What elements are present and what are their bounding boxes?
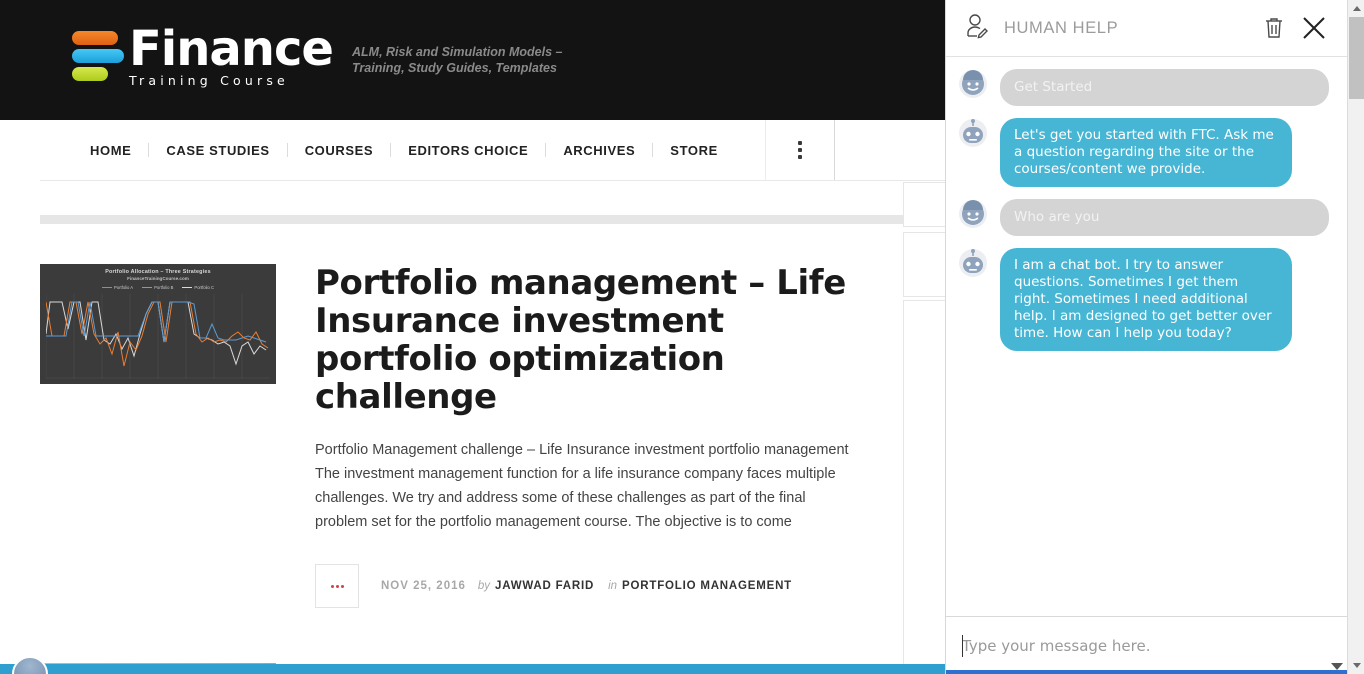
chat-message: Who are you <box>958 199 1329 236</box>
robot-avatar <box>958 248 988 278</box>
horizontal-ellipsis-icon[interactable] <box>315 564 359 608</box>
trash-icon[interactable] <box>1255 12 1293 44</box>
chat-message-list[interactable]: Get Started Let's get you started with F… <box>946 57 1347 616</box>
post-thumbnail-chart[interactable]: Portfolio Allocation – Three Strategies … <box>40 264 276 384</box>
post-author[interactable]: JAWWAD FARID <box>495 580 594 592</box>
user-edit-icon <box>962 11 992 46</box>
nav-item-case-studies[interactable]: CASE STUDIES <box>149 143 286 158</box>
scroll-down-arrow-icon[interactable] <box>1348 657 1364 674</box>
chat-title: HUMAN HELP <box>1004 18 1119 37</box>
scroll-down-arrow-icon[interactable] <box>1331 663 1343 670</box>
thumb-chart-title: Portfolio Allocation – Three Strategies <box>105 269 211 275</box>
chat-header: HUMAN HELP <box>946 0 1347 57</box>
chat-message: Get Started <box>958 69 1329 106</box>
logo-title: Finance <box>129 21 334 77</box>
post-meta: NOV 25, 2016 by JAWWAD FARID in PORTFOLI… <box>315 564 875 608</box>
thumb-chart-plot <box>46 294 270 379</box>
chat-input-area <box>946 616 1348 674</box>
post-date: NOV 25, 2016 <box>381 580 466 592</box>
post-in-label: in <box>608 580 618 592</box>
nav-item-store[interactable]: STORE <box>653 143 735 158</box>
nav-item-courses[interactable]: COURSES <box>288 143 391 158</box>
close-icon[interactable] <box>1293 11 1335 45</box>
post-by-label: by <box>477 580 491 592</box>
text-caret <box>962 635 963 657</box>
chat-input[interactable] <box>962 636 1331 655</box>
user-face-avatar <box>958 199 988 229</box>
nav-item-home[interactable]: HOME <box>73 143 148 158</box>
legend-b: Portfolio B <box>154 285 174 290</box>
chat-bubble-bot: I am a chat bot. I try to answer questio… <box>1000 248 1292 351</box>
chat-panel: HUMAN HELP Get Started Let's get you sta… <box>945 0 1348 674</box>
screen: Finance Training Course ALM, Risk and Si… <box>0 0 1364 674</box>
thumb-chart-subtitle: FinanceTrainingCourse.com <box>127 276 189 281</box>
post-body: Portfolio management – Life Insurance in… <box>315 264 875 608</box>
logo-bars-icon <box>72 31 124 82</box>
nav-item-editors-choice[interactable]: EDITORS CHOICE <box>391 143 545 158</box>
post-category[interactable]: PORTFOLIO MANAGEMENT <box>622 580 792 592</box>
chat-bottom-accent <box>946 670 1348 674</box>
user-face-avatar <box>958 69 988 99</box>
browser-scrollbar[interactable] <box>1347 0 1364 674</box>
robot-avatar <box>958 118 988 148</box>
chat-bubble-user: Get Started <box>1000 69 1329 106</box>
chat-message: Let's get you started with FTC. Ask me a… <box>958 118 1329 187</box>
chat-bubble-bot: Let's get you started with FTC. Ask me a… <box>1000 118 1292 187</box>
post-title[interactable]: Portfolio management – Life Insurance in… <box>315 264 875 416</box>
vertical-ellipsis-icon[interactable] <box>764 120 835 180</box>
scroll-up-arrow-icon[interactable] <box>1348 0 1364 17</box>
legend-c: Portfolio C <box>194 285 214 290</box>
nav-item-archives[interactable]: ARCHIVES <box>546 143 652 158</box>
post-excerpt: Portfolio Management challenge – Life In… <box>315 442 849 530</box>
chat-message: I am a chat bot. I try to answer questio… <box>958 248 1329 351</box>
site-logo[interactable]: Finance Training Course <box>72 21 334 88</box>
nav-items: HOME CASE STUDIES COURSES EDITORS CHOICE… <box>40 120 735 180</box>
thumb-chart-legend: Portfolio A Portfolio B Portfolio C <box>40 285 276 290</box>
chat-bubble-user: Who are you <box>1000 199 1329 236</box>
legend-a: Portfolio A <box>114 285 134 290</box>
site-tagline: ALM, Risk and Simulation Models – Traini… <box>352 45 563 75</box>
scrollbar-thumb[interactable] <box>1349 17 1364 99</box>
